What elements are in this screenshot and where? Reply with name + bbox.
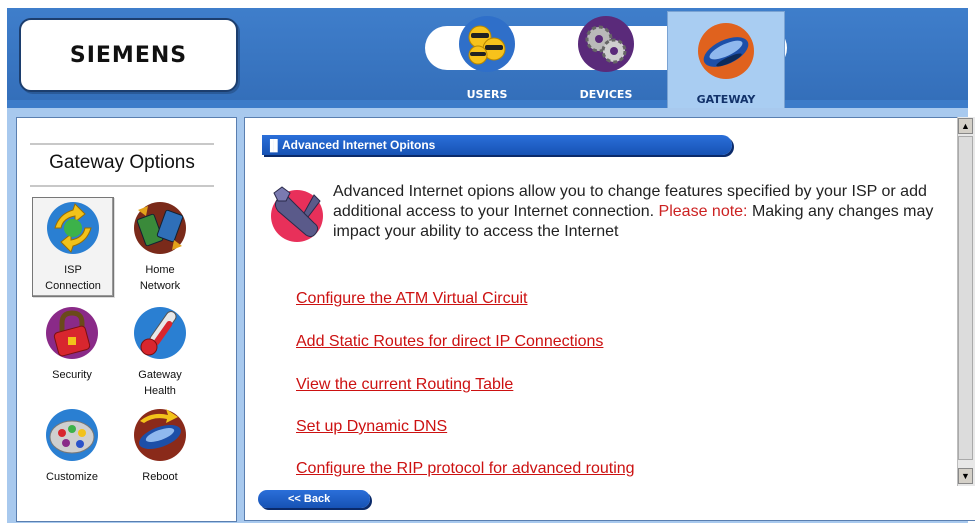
gateway-router-icon	[697, 22, 755, 80]
reboot-router-icon	[132, 407, 188, 463]
sidebar-item-gateway-health[interactable]: Gateway Health	[120, 303, 200, 399]
sidebar-item-label-line1: ISP	[64, 264, 82, 276]
users-icon	[458, 15, 516, 73]
tab-gateway[interactable]: GATEWAY	[667, 11, 785, 109]
tab-devices-label: DEVICES	[579, 88, 633, 101]
sidebar-item-label-line1: Home	[145, 264, 175, 276]
palette-icon	[44, 407, 100, 463]
scroll-down-arrow-icon[interactable]: ▼	[958, 468, 973, 484]
sidebar-item-label: ISP Connection	[33, 262, 113, 294]
sidebar-item-customize[interactable]: Customize	[32, 405, 112, 501]
note-label: Please note:	[658, 203, 748, 220]
siemens-logo: SIEMENS	[69, 42, 188, 68]
scrollbar-thumb[interactable]	[958, 136, 973, 460]
bar-chart-icon: ▐▌	[266, 140, 282, 152]
link-add-static-routes[interactable]: Add Static Routes for direct IP Connecti…	[296, 333, 603, 351]
sidebar-item-isp-connection[interactable]: ISP Connection	[32, 197, 114, 297]
tab-gateway-label: GATEWAY	[696, 93, 756, 106]
sidebar-item-label: Gateway Health	[120, 367, 200, 399]
sidebar-item-label: Customize	[32, 469, 112, 485]
sidebar-divider-top	[30, 143, 214, 145]
sidebar-divider-bottom	[30, 185, 214, 187]
brand-logo-box: SIEMENS	[19, 18, 238, 92]
wrench-icon	[266, 183, 328, 245]
sidebar-item-label: Home Network	[120, 262, 200, 294]
sidebar-item-label-line1: Reboot	[142, 471, 178, 483]
sidebar-item-label-line2: Connection	[45, 280, 101, 292]
sidebar-item-label: Security	[32, 367, 112, 383]
intro-paragraph: Advanced Internet opions allow you to ch…	[333, 182, 958, 242]
sidebar-item-label-line1: Security	[52, 369, 92, 381]
isp-connection-icon	[45, 200, 101, 256]
sidebar-item-label-line1: Customize	[46, 471, 98, 483]
home-network-icon	[132, 200, 188, 256]
link-configure-rip-protocol[interactable]: Configure the RIP protocol for advanced …	[296, 460, 635, 478]
link-dynamic-dns[interactable]: Set up Dynamic DNS	[296, 418, 447, 436]
security-lock-icon	[44, 305, 100, 361]
sidebar-item-label-line1: Gateway	[138, 369, 182, 381]
sidebar-item-label-line2: Network	[139, 280, 181, 292]
sidebar-item-label-line2: Health	[144, 385, 176, 397]
devices-gears-icon	[577, 15, 635, 73]
sidebar-title: Gateway Options	[49, 152, 195, 173]
section-header-bar: ▐▌Advanced Internet Opitons	[262, 135, 732, 155]
link-view-routing-table[interactable]: View the current Routing Table	[296, 376, 513, 394]
tab-users[interactable]: USERS	[446, 15, 528, 105]
sidebar-item-home-network[interactable]: Home Network	[120, 198, 200, 294]
sidebar-item-security[interactable]: Security	[32, 303, 112, 399]
tab-devices[interactable]: DEVICES	[565, 15, 647, 105]
sidebar-item-reboot[interactable]: Reboot	[120, 405, 200, 501]
thermometer-icon	[132, 305, 188, 361]
scroll-up-arrow-icon[interactable]: ▲	[958, 118, 973, 134]
back-button[interactable]: << Back	[258, 490, 370, 508]
tab-users-label: USERS	[466, 88, 508, 101]
sidebar-item-label: Reboot	[120, 469, 200, 485]
link-configure-atm-virtual-circuit[interactable]: Configure the ATM Virtual Circuit	[296, 290, 528, 308]
section-title: Advanced Internet Opitons	[282, 138, 436, 152]
